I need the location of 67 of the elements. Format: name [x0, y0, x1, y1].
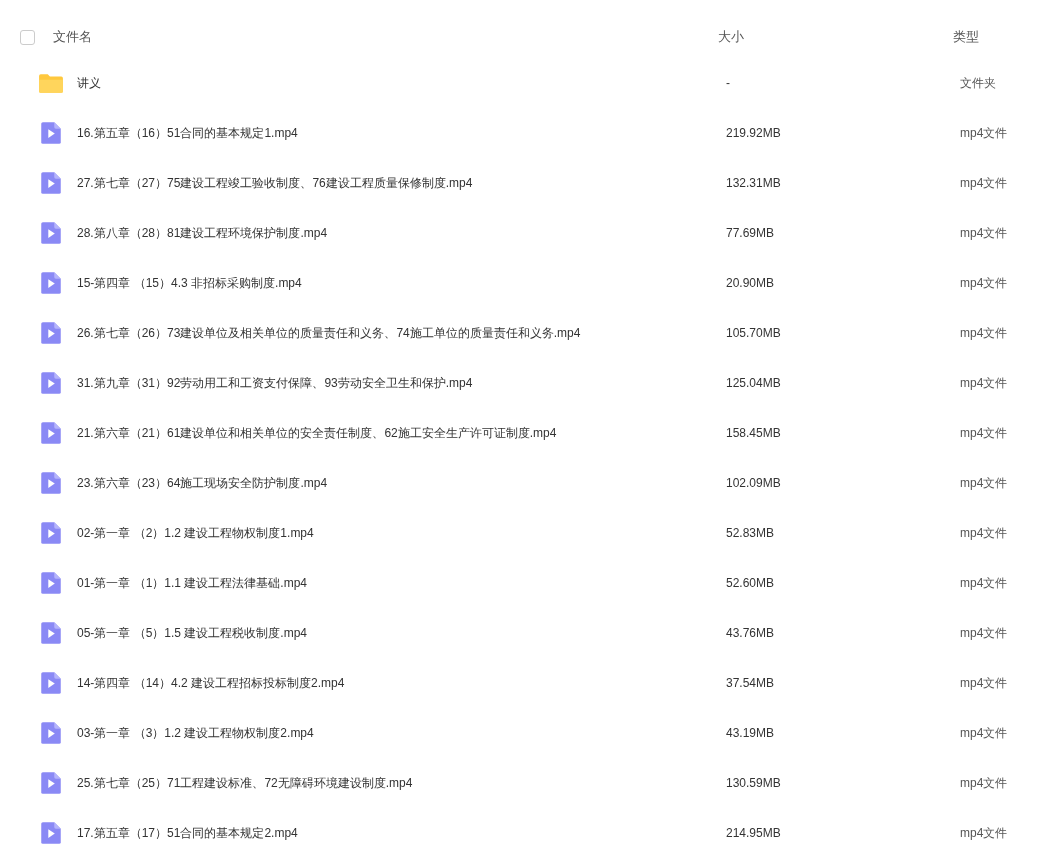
file-type: mp4文件	[960, 174, 1008, 192]
video-file-icon	[38, 620, 64, 646]
file-name[interactable]: 25.第七章（25）71工程建设标准、72无障碍环境建设制度.mp4	[77, 774, 413, 792]
file-type: mp4文件	[960, 374, 1008, 392]
file-name[interactable]: 16.第五章（16）51合同的基本规定1.mp4	[77, 124, 298, 142]
file-name[interactable]: 15-第四章 （15）4.3 非招标采购制度.mp4	[77, 274, 302, 292]
file-size: 102.09MB	[726, 476, 782, 490]
file-name[interactable]: 05-第一章 （5）1.5 建设工程税收制度.mp4	[77, 624, 308, 642]
file-size: -	[726, 76, 731, 90]
file-name[interactable]: 26.第七章（26）73建设单位及相关单位的质量责任和义务、74施工单位的质量责任和义务.mp4	[77, 324, 581, 342]
column-header[interactable]: 大小	[718, 28, 953, 46]
video-file-icon	[38, 470, 64, 496]
file-size: 43.19MB	[726, 726, 776, 740]
video-file-icon	[38, 270, 64, 296]
file-size: 52.60MB	[726, 576, 776, 590]
file-type: mp4文件	[960, 824, 1008, 842]
column-header[interactable]: 类型	[953, 28, 979, 46]
file-type: mp4文件	[960, 474, 1008, 492]
video-file-icon	[38, 370, 64, 396]
file-type: mp4文件	[960, 124, 1008, 142]
file-size: 158.45MB	[726, 426, 782, 440]
file-size: 52.83MB	[726, 526, 776, 540]
file-size: 20.90MB	[726, 276, 776, 290]
file-name[interactable]: 02-第一章 （2）1.2 建设工程物权制度1.mp4	[77, 524, 314, 542]
video-file-icon	[38, 220, 64, 246]
video-file-icon	[38, 420, 64, 446]
file-name[interactable]: 31.第九章（31）92劳动用工和工资支付保障、93劳动安全卫生和保护.mp4	[77, 374, 473, 392]
file-size: 132.31MB	[726, 176, 782, 190]
file-type: mp4文件	[960, 724, 1008, 742]
file-name[interactable]: 28.第八章（28）81建设工程环境保护制度.mp4	[77, 224, 328, 242]
file-name[interactable]: 27.第七章（27）75建设工程竣工验收制度、76建设工程质量保修制度.mp4	[77, 174, 473, 192]
video-file-icon	[38, 720, 64, 746]
column-header[interactable]: 文件名	[53, 28, 718, 46]
file-type: mp4文件	[960, 524, 1008, 542]
file-type: mp4文件	[960, 774, 1008, 792]
file-name[interactable]: 03-第一章 （3）1.2 建设工程物权制度2.mp4	[77, 724, 314, 742]
video-file-icon	[38, 770, 64, 796]
file-type: mp4文件	[960, 424, 1008, 442]
video-file-icon	[38, 520, 64, 546]
select-all-checkbox[interactable]	[20, 29, 35, 45]
video-file-icon	[38, 820, 64, 845]
file-name[interactable]: 讲义	[77, 74, 101, 92]
video-file-icon	[38, 320, 64, 346]
file-type: mp4文件	[960, 324, 1008, 342]
file-size: 125.04MB	[726, 376, 782, 390]
video-file-icon	[38, 670, 64, 696]
video-file-icon	[38, 120, 64, 146]
file-size: 130.59MB	[726, 776, 782, 790]
file-size: 37.54MB	[726, 676, 776, 690]
file-type: mp4文件	[960, 574, 1008, 592]
file-size: 43.76MB	[726, 626, 776, 640]
video-file-icon	[38, 170, 64, 196]
file-name[interactable]: 14-第四章 （14）4.2 建设工程招标投标制度2.mp4	[77, 674, 345, 692]
file-type: mp4文件	[960, 624, 1008, 642]
file-name[interactable]: 17.第五章（17）51合同的基本规定2.mp4	[77, 824, 298, 842]
file-type: mp4文件	[960, 274, 1008, 292]
file-size: 214.95MB	[726, 826, 782, 840]
file-type: mp4文件	[960, 674, 1008, 692]
file-size: 219.92MB	[726, 126, 782, 140]
file-name[interactable]: 01-第一章 （1）1.1 建设工程法律基础.mp4	[77, 574, 308, 592]
file-size: 105.70MB	[726, 326, 782, 340]
video-file-icon	[38, 570, 64, 596]
file-name[interactable]: 23.第六章（23）64施工现场安全防护制度.mp4	[77, 474, 328, 492]
file-size: 77.69MB	[726, 226, 776, 240]
file-name[interactable]: 21.第六章（21）61建设单位和相关单位的安全责任制度、62施工安全生产许可证制度.mp4	[77, 424, 557, 442]
file-type: 文件夹	[960, 74, 996, 92]
file-type: mp4文件	[960, 224, 1008, 242]
